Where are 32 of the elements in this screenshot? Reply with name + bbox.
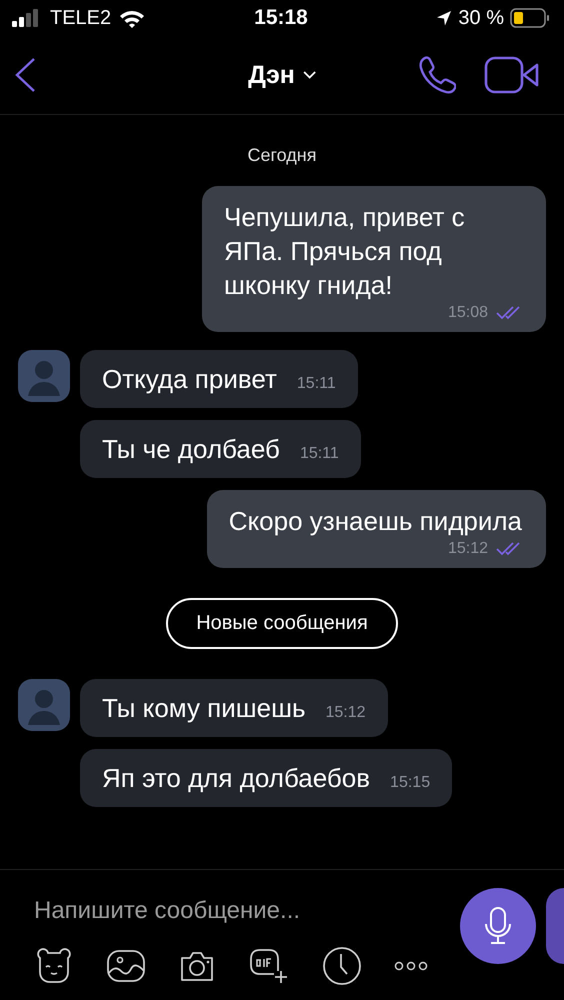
more-icon[interactable]	[394, 961, 428, 971]
gif-add-icon[interactable]	[248, 947, 290, 985]
video-camera-icon[interactable]	[484, 56, 540, 94]
contact-name[interactable]: Дэн	[248, 60, 295, 90]
location-arrow-icon	[436, 10, 452, 26]
camera-icon[interactable]	[178, 950, 216, 982]
message-time: 15:08	[448, 304, 488, 322]
date-label: Сегодня	[248, 145, 316, 166]
message-time: 15:12	[448, 540, 488, 558]
message-text: Ты кому пишешь	[102, 692, 306, 725]
wifi-icon	[119, 8, 146, 28]
battery-icon	[510, 8, 550, 28]
carrier-name: TELE2	[50, 6, 112, 30]
message-text: Чепушила, привет с ЯПа. Прячься под шконку гнида!	[224, 201, 466, 302]
message-input-field[interactable]: Напишите сообщение...	[34, 893, 460, 929]
microphone-icon[interactable]	[483, 906, 513, 946]
message-time: 15:11	[300, 445, 339, 463]
battery-percent: 30 %	[458, 6, 504, 30]
message-text: Откуда привет	[102, 363, 277, 396]
bear-sticker-icon[interactable]	[34, 948, 74, 984]
chevron-down-icon[interactable]	[302, 71, 316, 79]
message-time: 15:15	[390, 774, 430, 792]
back-icon[interactable]	[14, 58, 36, 92]
message-time: 15:12	[326, 704, 366, 722]
new-messages-label: Новые сообщения	[166, 598, 398, 649]
message-text: Яп это для долбаебов	[102, 762, 370, 795]
clock-time: 15:18	[254, 6, 308, 30]
clock-icon[interactable]	[322, 946, 362, 986]
image-icon[interactable]	[106, 949, 146, 983]
message-text: Скоро узнаешь пидрила	[228, 505, 522, 538]
message-time: 15:11	[296, 375, 336, 393]
message-text: Ты че долбаеб	[102, 433, 280, 466]
